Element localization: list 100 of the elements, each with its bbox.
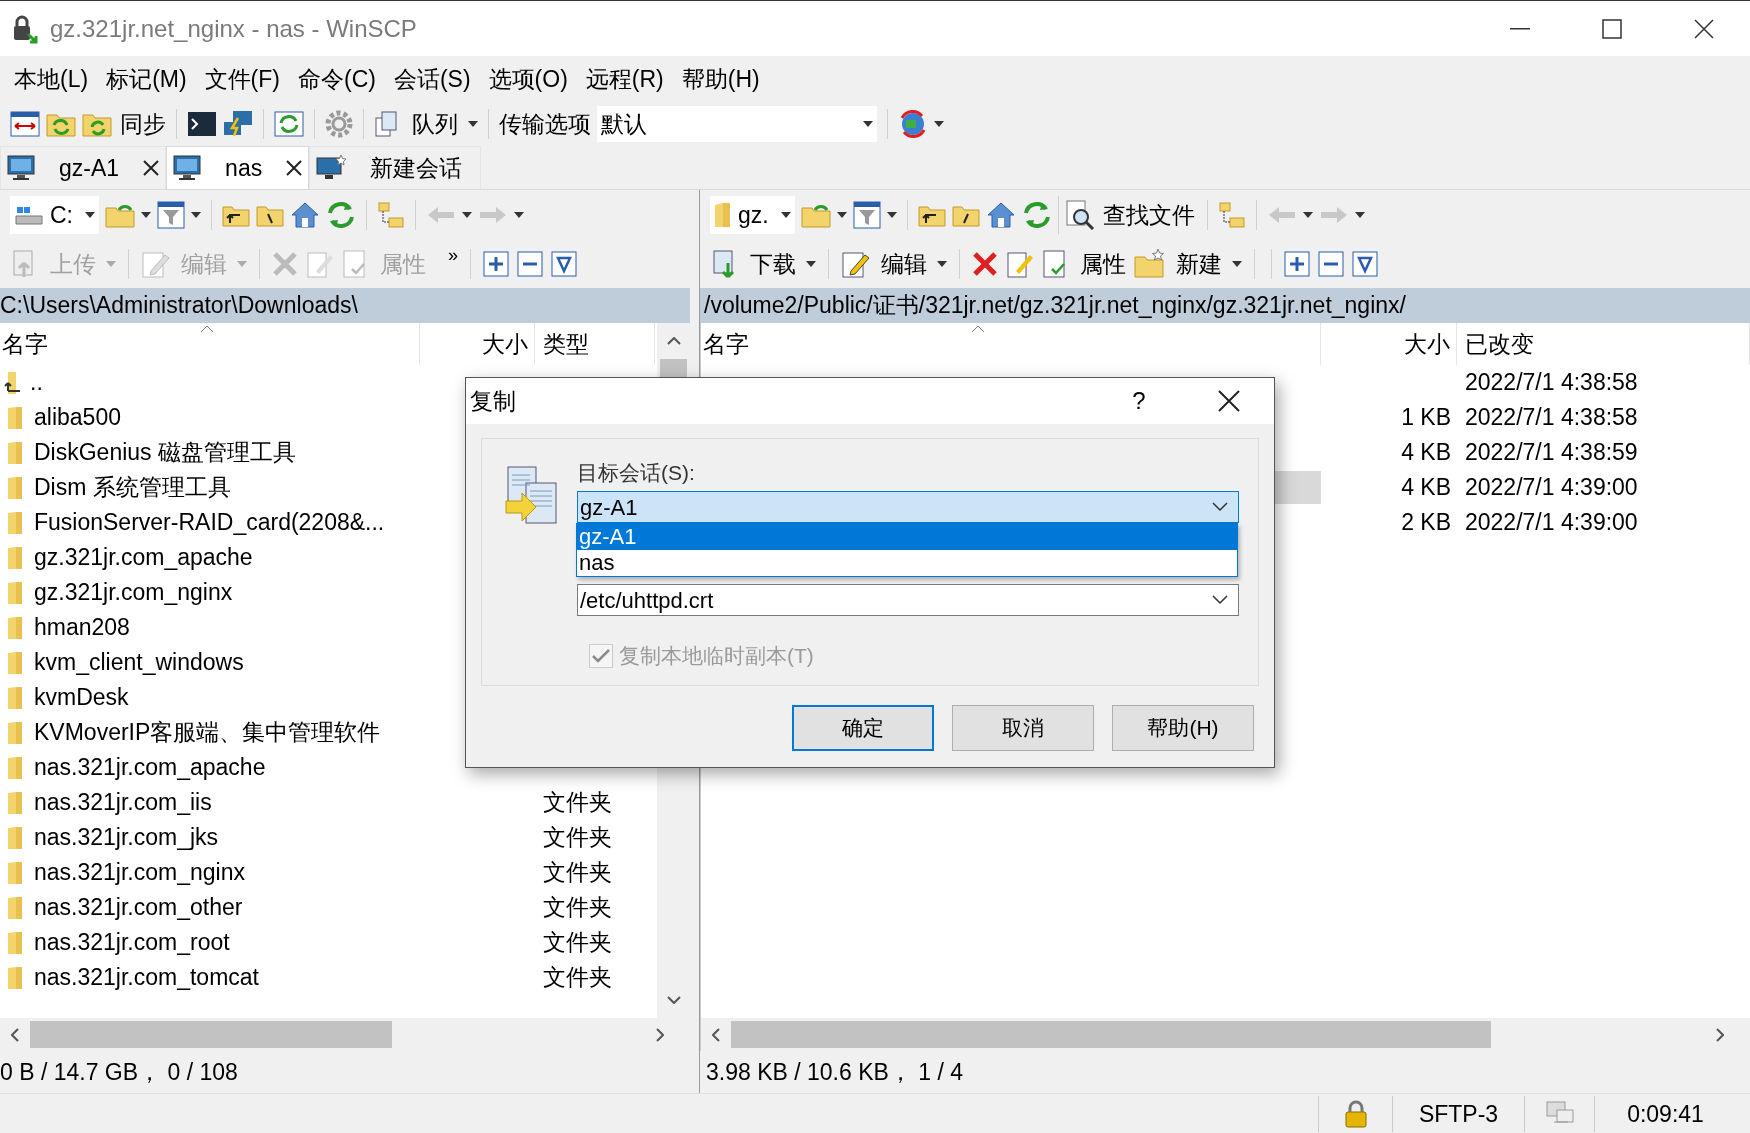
dropdown-arrow-icon[interactable] xyxy=(836,212,847,218)
menu-item[interactable]: 远程(R) xyxy=(577,62,672,97)
home-icon[interactable] xyxy=(290,201,320,229)
menu-item[interactable]: 会话(S) xyxy=(385,62,479,97)
edit-button[interactable]: 编辑 xyxy=(841,245,947,283)
file-name[interactable]: Dism 系统管理工具 xyxy=(34,470,231,505)
file-name[interactable]: nas.321jr.com_nginx xyxy=(34,855,245,890)
queue-button[interactable]: 队列 xyxy=(374,106,478,142)
path-bar[interactable]: /volume2/Public/证书/321jr.net/gz.321jr.net_nginx/gz.321jr.net_nginx/ xyxy=(700,288,1750,323)
dropdown-arrow-icon[interactable] xyxy=(1354,212,1365,218)
help-button[interactable]: ? xyxy=(1094,378,1184,424)
dropdown-arrow-icon[interactable] xyxy=(85,212,95,218)
sync-browse-icon[interactable] xyxy=(274,111,304,137)
filter-select-icon[interactable] xyxy=(551,251,577,277)
dropdown-arrow-icon[interactable] xyxy=(191,212,201,218)
session-tab[interactable]: gz-A1 xyxy=(0,146,167,189)
file-name[interactable]: DiskGenius 磁盘管理工具 xyxy=(34,435,296,470)
compare-icon[interactable] xyxy=(10,111,40,137)
dropdown-arrow-icon[interactable] xyxy=(462,212,472,218)
file-name[interactable]: kvm_client_windows xyxy=(34,645,244,680)
sync-button[interactable]: 同步 xyxy=(82,106,166,142)
dropdown-option[interactable]: nas xyxy=(577,550,1237,576)
filter-icon[interactable] xyxy=(852,201,881,229)
column-header[interactable]: 已改变 xyxy=(1457,323,1750,365)
filter-icon[interactable] xyxy=(157,201,185,229)
close-tab-icon[interactable] xyxy=(286,160,303,176)
file-name[interactable]: nas.321jr.com_apache xyxy=(34,750,266,785)
find-files-button[interactable]: 查找文件 xyxy=(1057,196,1197,234)
file-name[interactable]: kvmDesk xyxy=(34,680,129,715)
dialog-button[interactable]: 帮助(H) xyxy=(1112,705,1254,751)
scroll-left-icon[interactable] xyxy=(712,1027,720,1042)
folder-tree-icon[interactable] xyxy=(1217,201,1246,229)
file-name[interactable]: gz.321jr.com_nginx xyxy=(34,575,233,610)
dropdown-option[interactable]: gz-A1 xyxy=(577,524,1237,550)
dropdown-arrow-icon[interactable] xyxy=(863,121,873,127)
home-icon[interactable] xyxy=(985,201,1016,229)
scrollbar-thumb[interactable] xyxy=(30,1021,392,1048)
close-tab-icon[interactable] xyxy=(143,160,160,176)
scrollbar-thumb[interactable] xyxy=(731,1021,1491,1048)
expand-icon[interactable] xyxy=(483,251,509,277)
menu-item[interactable]: 文件(F) xyxy=(196,62,288,97)
scroll-right-icon[interactable] xyxy=(1716,1027,1724,1042)
file-name[interactable]: nas.321jr.com_tomcat xyxy=(34,960,259,995)
column-header[interactable]: 类型 xyxy=(535,323,655,365)
dropdown-arrow-icon[interactable] xyxy=(141,212,151,218)
new-button[interactable]: 新建 xyxy=(1134,245,1242,283)
scroll-left-icon[interactable] xyxy=(11,1027,19,1042)
collapse-icon[interactable] xyxy=(1318,251,1344,277)
root-folder-icon[interactable] xyxy=(256,203,284,227)
menu-item[interactable]: 选项(O) xyxy=(480,62,576,97)
monitor-transfer-icon[interactable] xyxy=(223,110,253,138)
download-button[interactable]: 下载 xyxy=(710,245,816,283)
file-name[interactable]: aliba500 xyxy=(34,400,121,435)
menu-item[interactable]: 命令(C) xyxy=(290,62,384,97)
dropdown-arrow-icon[interactable] xyxy=(1302,212,1313,218)
dropdown-arrow-icon[interactable] xyxy=(780,212,791,218)
scroll-down-icon[interactable] xyxy=(666,996,681,1004)
session-tab[interactable]: nas xyxy=(166,146,310,189)
file-name[interactable]: nas.321jr.com_iis xyxy=(34,785,212,820)
path-dropdown[interactable]: /etc/uhttpd.crt xyxy=(577,584,1239,616)
horizontal-scrollbar[interactable] xyxy=(0,1018,690,1051)
refresh-icon[interactable] xyxy=(1021,201,1052,229)
dropdown-arrow-icon[interactable] xyxy=(934,121,944,127)
terminal-icon[interactable] xyxy=(187,111,217,137)
column-header[interactable]: 名字 xyxy=(0,323,420,365)
column-header[interactable]: 大小 xyxy=(1321,323,1457,365)
dialog-button[interactable]: 确定 xyxy=(792,705,934,751)
column-header[interactable]: 大小 xyxy=(420,323,535,365)
globe-sync-icon[interactable] xyxy=(898,110,928,138)
delete-icon[interactable] xyxy=(972,251,998,277)
path-bar[interactable]: C:\Users\Administrator\Downloads\ xyxy=(0,288,690,323)
refresh-icon[interactable] xyxy=(326,201,356,229)
properties-button[interactable]: 属性 xyxy=(1042,245,1126,283)
folder-tree-icon[interactable] xyxy=(377,201,405,229)
root-folder-icon[interactable] xyxy=(951,203,980,227)
menu-item[interactable]: 帮助(H) xyxy=(673,62,768,97)
file-name[interactable]: gz.321jr.com_apache xyxy=(34,540,253,575)
file-name[interactable]: hman208 xyxy=(34,610,130,645)
column-header[interactable]: 名字 xyxy=(701,323,1321,365)
transfer-options-dropdown[interactable]: 默认 xyxy=(597,106,877,142)
parent-folder-icon[interactable] xyxy=(917,203,946,227)
menu-item[interactable]: 标记(M) xyxy=(98,62,195,97)
file-name[interactable]: FusionServer-RAID_card(2208&... xyxy=(34,505,385,540)
horizontal-scrollbar[interactable] xyxy=(701,1018,1750,1051)
sync-folders-icon[interactable] xyxy=(46,111,76,137)
folder-refresh-icon[interactable] xyxy=(800,202,831,228)
folder-refresh-icon[interactable] xyxy=(105,202,135,228)
expand-icon[interactable] xyxy=(1284,251,1310,277)
file-name[interactable]: nas.321jr.com_root xyxy=(34,925,230,960)
dropdown-arrow-icon[interactable] xyxy=(514,212,524,218)
dialog-button[interactable]: 取消 xyxy=(952,705,1094,751)
collapse-icon[interactable] xyxy=(517,251,543,277)
file-name[interactable]: nas.321jr.com_jks xyxy=(34,820,219,855)
drive-selector[interactable]: gz. xyxy=(710,196,795,234)
parent-folder-icon[interactable] xyxy=(222,203,250,227)
dropdown-arrow-icon[interactable] xyxy=(468,121,478,127)
file-name[interactable]: .. xyxy=(30,365,43,400)
filter-select-icon[interactable] xyxy=(1352,251,1378,277)
menu-item[interactable]: 本地(L) xyxy=(6,62,97,97)
scroll-right-icon[interactable] xyxy=(656,1027,664,1042)
